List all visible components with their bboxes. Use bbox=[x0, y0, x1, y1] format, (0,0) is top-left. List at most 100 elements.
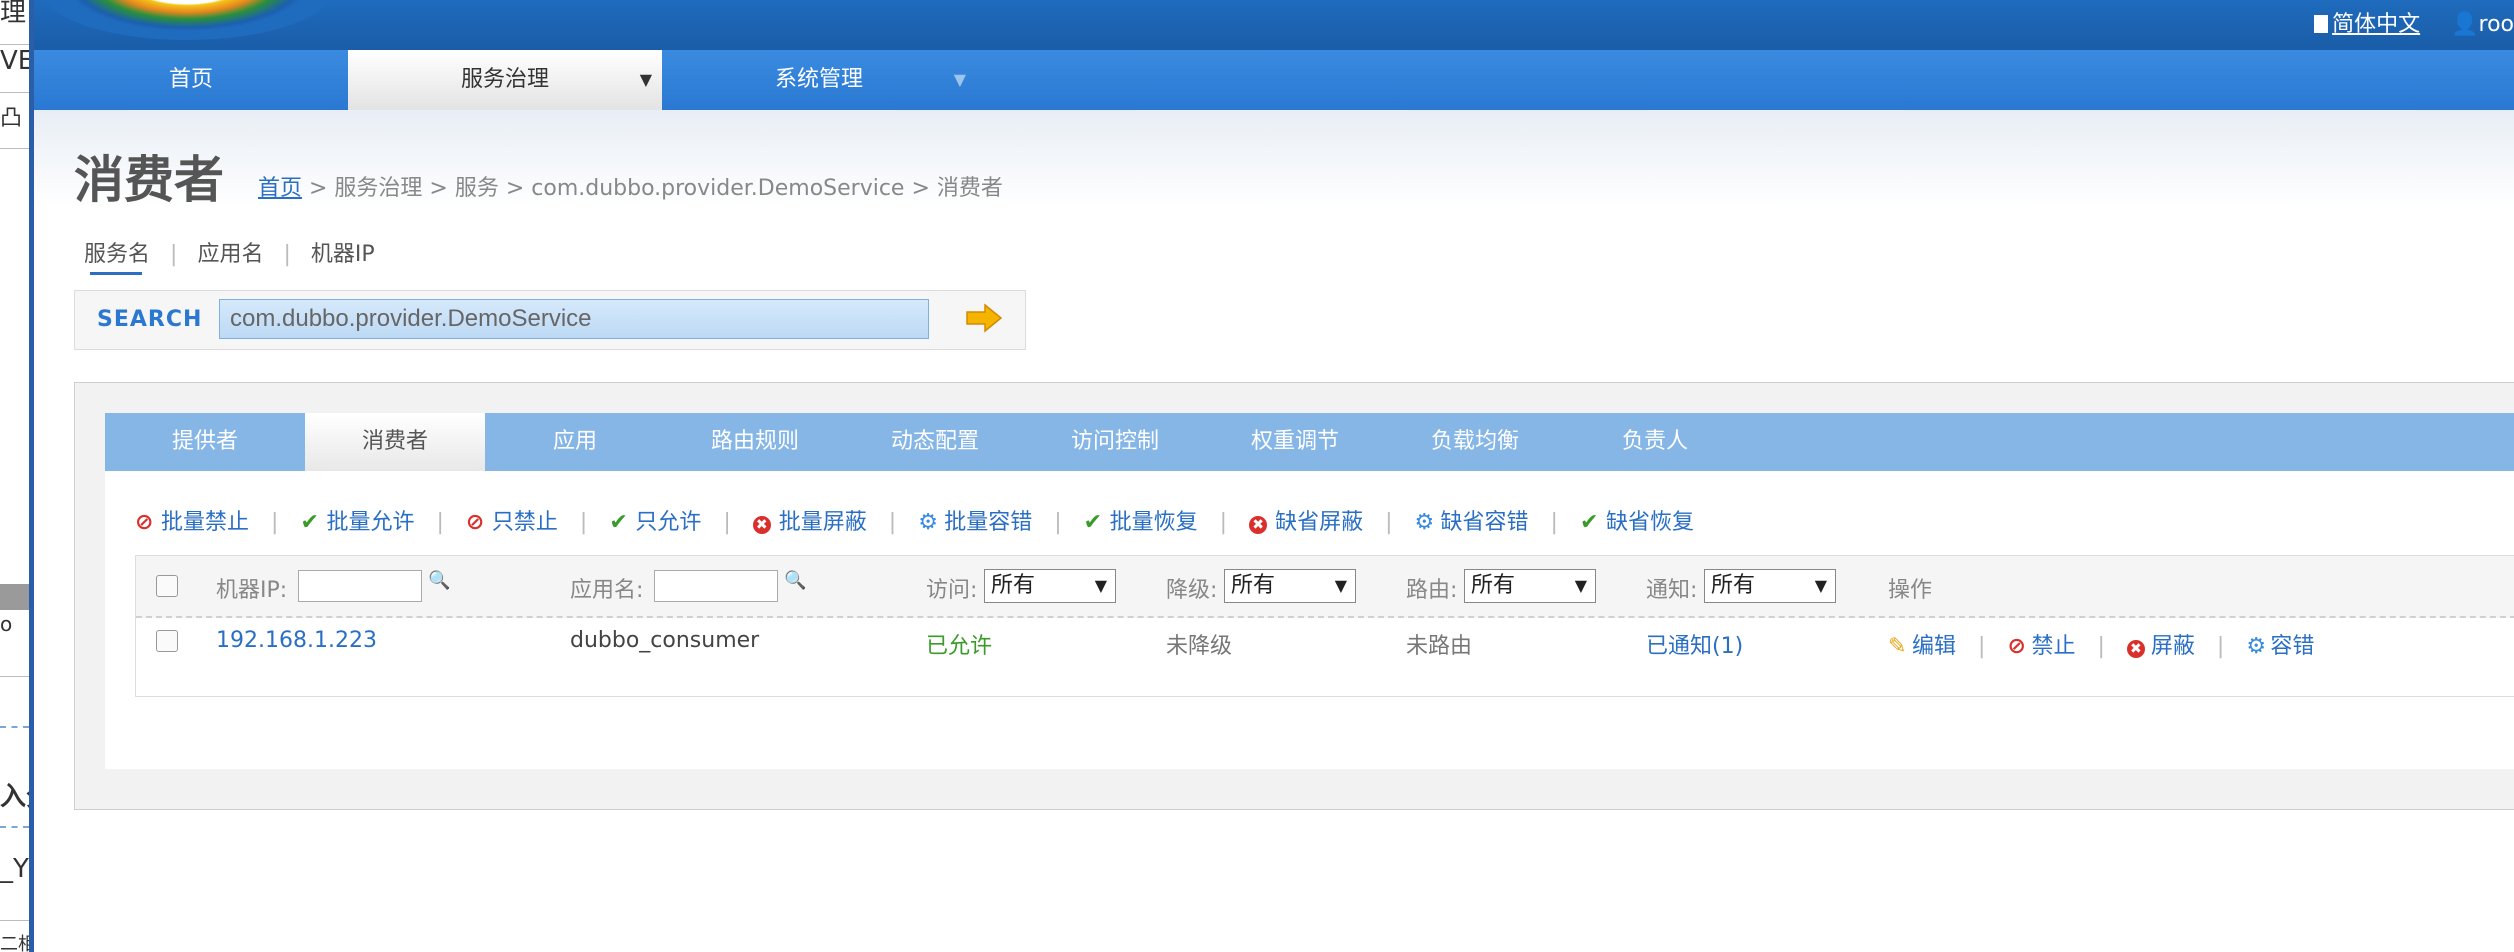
dropdown-caret-icon: ▼ bbox=[1334, 576, 1347, 595]
header-ip: 机器IP: bbox=[216, 578, 288, 603]
dropdown-caret-icon: ▼ bbox=[1094, 576, 1107, 595]
tab-owners[interactable]: 负责人 bbox=[1565, 413, 1745, 471]
service-tabs: 提供者 消费者 应用 路由规则 动态配置 访问控制 权重调节 负载均衡 负责人 bbox=[105, 413, 2514, 471]
gear-icon: ⚙ bbox=[1414, 510, 1435, 535]
edit-button[interactable]: ✎ 编辑 bbox=[1888, 634, 1956, 659]
row-route-status: 未路由 bbox=[1406, 634, 1473, 659]
tab-load-balance[interactable]: 负载均衡 bbox=[1385, 413, 1565, 471]
page-header: 消费者 首页 > 服务治理 > 服务 > com.dubbo.provider.… bbox=[34, 110, 2514, 250]
op-label: 禁止 bbox=[2031, 634, 2076, 659]
batch-actions-bar: ⊘ 批量禁止 | ✔ 批量允许 | ⊘ 只禁止 | ✔ 只允许 | ✖ 批量屏蔽 | ⚙ 批量容错 | ✔ 批量恢复 |… bbox=[135, 503, 1694, 543]
nav-home-label: 首页 bbox=[168, 67, 213, 92]
route-select-value: 所有 bbox=[1471, 573, 1516, 598]
left-gray-band bbox=[0, 584, 29, 610]
row-notify-link[interactable]: 已通知(1) bbox=[1646, 628, 1743, 660]
action-label: 缺省屏蔽 bbox=[1275, 510, 1364, 535]
search-label: SEARCH bbox=[97, 307, 203, 332]
user-name[interactable]: roo bbox=[2479, 12, 2514, 37]
only-disable-button[interactable]: ⊘ 只禁止 bbox=[466, 510, 558, 535]
op-label: 屏蔽 bbox=[2150, 634, 2195, 659]
header-access: 访问: bbox=[926, 578, 978, 603]
action-label: 只禁止 bbox=[491, 510, 558, 535]
dropdown-caret-icon: ▼ bbox=[953, 70, 966, 89]
nav-home[interactable]: 首页 bbox=[34, 50, 348, 110]
ban-icon: ⊘ bbox=[135, 510, 154, 535]
left-fragment-6: _Y bbox=[0, 854, 29, 884]
x-circle-icon: ✖ bbox=[752, 516, 771, 534]
separator: | bbox=[283, 242, 291, 267]
nav-service-governance-label: 服务治理 bbox=[460, 67, 549, 92]
arrow-right-icon[interactable] bbox=[965, 303, 1003, 333]
row-ip-link[interactable]: 192.168.1.223 bbox=[216, 628, 377, 653]
batch-tolerate-button[interactable]: ⚙ 批量容错 bbox=[918, 510, 1032, 535]
ip-filter-input[interactable] bbox=[298, 570, 422, 602]
check-icon: ✔ bbox=[1579, 510, 1599, 535]
row-checkbox[interactable] bbox=[156, 630, 178, 652]
search-tab-service[interactable]: 服务名 bbox=[84, 242, 150, 267]
header-degrade: 降级: bbox=[1166, 578, 1218, 603]
search-tab-app[interactable]: 应用名 bbox=[197, 242, 263, 267]
tab-routes[interactable]: 路由规则 bbox=[665, 413, 845, 471]
left-dashed-line bbox=[0, 826, 29, 828]
left-fragment-2: VE bbox=[0, 46, 34, 76]
row-app: dubbo_consumer bbox=[570, 628, 760, 653]
background-window-strip: 理 VE 凸 o 入分 _Y 二相 bbox=[0, 0, 34, 952]
left-divider bbox=[0, 92, 29, 93]
batch-recover-button[interactable]: ✔ 批量恢复 bbox=[1084, 510, 1198, 535]
nav-system-management[interactable]: 系统管理 ▼ bbox=[662, 50, 976, 110]
route-select[interactable]: 所有 ▼ bbox=[1464, 569, 1596, 603]
tab-providers[interactable]: 提供者 bbox=[105, 413, 305, 471]
magnifier-icon[interactable]: 🔍 bbox=[784, 570, 806, 591]
dubbo-admin-window: 简体中文 👤roo 首页 服务治理 ▼ 系统管理 ▼ 消费者 首页 > 服务治理… bbox=[34, 0, 2514, 952]
access-select[interactable]: 所有 ▼ bbox=[984, 569, 1116, 603]
header-route: 路由: bbox=[1406, 578, 1458, 603]
consumer-panel: 提供者 消费者 应用 路由规则 动态配置 访问控制 权重调节 负载均衡 负责人 … bbox=[74, 382, 2514, 810]
default-shield-button[interactable]: ✖ 缺省屏蔽 bbox=[1249, 510, 1363, 535]
notify-select[interactable]: 所有 ▼ bbox=[1704, 569, 1836, 603]
left-divider bbox=[0, 148, 29, 149]
user-icon: 👤 bbox=[2451, 12, 2479, 37]
tab-access-control[interactable]: 访问控制 bbox=[1025, 413, 1205, 471]
op-label: 编辑 bbox=[1912, 634, 1957, 659]
left-divider bbox=[0, 676, 29, 677]
search-input[interactable] bbox=[219, 299, 929, 339]
disable-button[interactable]: ⊘ 禁止 bbox=[2007, 634, 2075, 659]
batch-shield-button[interactable]: ✖ 批量屏蔽 bbox=[752, 510, 867, 535]
table-row: 192.168.1.223 dubbo_consumer 已允许 未降级 未路由… bbox=[136, 618, 2514, 694]
left-fragment-3: 凸 bbox=[0, 106, 23, 131]
tolerate-button[interactable]: ⚙ 容错 bbox=[2246, 634, 2314, 659]
nav-system-management-label: 系统管理 bbox=[774, 67, 863, 92]
ban-icon: ⊘ bbox=[465, 510, 485, 535]
tab-weights[interactable]: 权重调节 bbox=[1205, 413, 1385, 471]
only-allow-button[interactable]: ✔ 只允许 bbox=[609, 510, 701, 535]
check-icon: ✔ bbox=[300, 510, 319, 535]
degrade-select[interactable]: 所有 ▼ bbox=[1224, 569, 1356, 603]
check-icon: ✔ bbox=[1083, 510, 1103, 535]
language-link[interactable]: 简体中文 bbox=[2332, 12, 2420, 37]
batch-allow-button[interactable]: ✔ 批量允许 bbox=[300, 510, 414, 535]
left-divider bbox=[0, 920, 29, 921]
dropdown-caret-icon: ▼ bbox=[639, 70, 652, 89]
row-access-status: 已允许 bbox=[926, 634, 993, 659]
app-filter-input[interactable] bbox=[654, 570, 778, 602]
default-tolerate-button[interactable]: ⚙ 缺省容错 bbox=[1415, 510, 1529, 535]
main-nav: 首页 服务治理 ▼ 系统管理 ▼ bbox=[34, 50, 2514, 110]
magnifier-icon[interactable]: 🔍 bbox=[428, 570, 450, 591]
tab-consumers[interactable]: 消费者 bbox=[305, 413, 485, 471]
header-notify: 通知: bbox=[1646, 578, 1698, 603]
x-circle-icon: ✖ bbox=[1249, 516, 1268, 534]
action-label: 缺省容错 bbox=[1440, 510, 1529, 535]
select-all-checkbox[interactable] bbox=[156, 575, 178, 597]
batch-disable-button[interactable]: ⊘ 批量禁止 bbox=[135, 510, 249, 535]
tab-applications[interactable]: 应用 bbox=[485, 413, 665, 471]
action-label: 批量允许 bbox=[326, 510, 415, 535]
breadcrumb-home-link[interactable]: 首页 bbox=[258, 176, 302, 201]
search-tab-indicator bbox=[90, 272, 142, 275]
left-fragment-1: 理 bbox=[0, 0, 27, 28]
nav-service-governance[interactable]: 服务治理 ▼ bbox=[348, 50, 662, 110]
shield-button[interactable]: ✖ 屏蔽 bbox=[2126, 634, 2195, 659]
action-label: 批量屏蔽 bbox=[778, 510, 867, 535]
tab-dynamic-config[interactable]: 动态配置 bbox=[845, 413, 1025, 471]
default-recover-button[interactable]: ✔ 缺省恢复 bbox=[1580, 510, 1694, 535]
search-tab-ip[interactable]: 机器IP bbox=[311, 242, 375, 267]
